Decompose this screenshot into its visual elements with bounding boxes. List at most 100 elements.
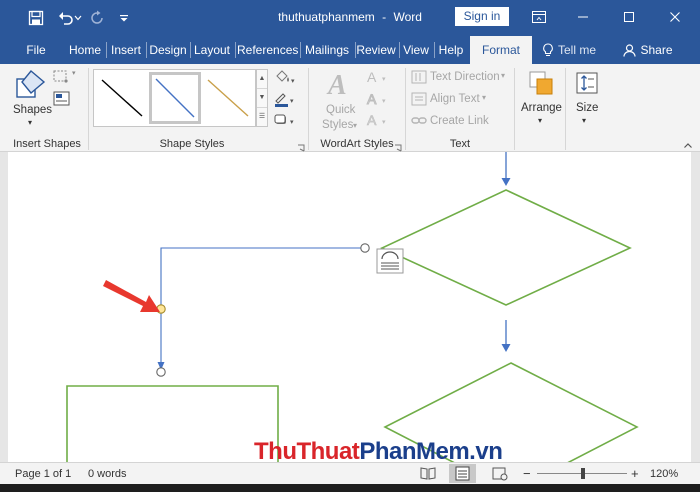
gallery-scroll[interactable]: ▲ ▼ ☰: [256, 69, 268, 127]
shape-styles-gallery[interactable]: [93, 69, 256, 127]
connector-end-handle: [156, 367, 166, 377]
tab-format[interactable]: Format: [470, 36, 532, 64]
tab-view[interactable]: View: [401, 36, 431, 64]
svg-text:▾: ▾: [290, 119, 294, 126]
document-page[interactable]: [8, 152, 691, 462]
shapes-gallery-icon[interactable]: [14, 68, 48, 102]
text-direction-label[interactable]: Text Direction: [430, 71, 500, 83]
zoom-level[interactable]: 120%: [650, 468, 678, 480]
arrange-label[interactable]: Arrange: [521, 102, 562, 114]
shape-effects-icon[interactable]: ▾: [273, 112, 295, 128]
customize-qat-icon[interactable]: [114, 8, 134, 28]
text-fill-icon[interactable]: A ▾: [366, 69, 392, 85]
svg-text:A: A: [367, 112, 377, 128]
shape-fill-icon[interactable]: ▾: [273, 69, 295, 85]
undo-dropdown-icon[interactable]: [73, 8, 83, 28]
shapes-label[interactable]: Shapes: [13, 104, 52, 116]
tab-mailings[interactable]: Mailings: [302, 36, 352, 64]
document-name: thuthuatphanmem: [278, 10, 375, 24]
gallery-more-icon[interactable]: ☰: [257, 108, 267, 127]
share-label: Share: [640, 43, 673, 57]
tab-file[interactable]: File: [18, 36, 54, 64]
create-link-label[interactable]: Create Link: [430, 115, 489, 127]
tab-design[interactable]: Design: [148, 36, 188, 64]
tab-references[interactable]: References: [237, 36, 298, 64]
size-dropdown-icon[interactable]: ▾: [582, 116, 586, 125]
arrange-icon[interactable]: [528, 70, 554, 96]
quick-styles-icon[interactable]: A: [325, 68, 355, 101]
text-direction-dropdown-icon[interactable]: ▾: [501, 71, 505, 80]
shape-styles-launcher-icon[interactable]: [297, 141, 305, 152]
sign-in-button[interactable]: Sign in: [455, 7, 509, 26]
shape-style-gold-line[interactable]: [202, 72, 254, 124]
close-button[interactable]: [652, 0, 698, 34]
share-button[interactable]: Share: [620, 36, 676, 64]
redo-icon[interactable]: [87, 8, 107, 28]
word-count[interactable]: 0 words: [88, 468, 127, 480]
diamond-shape-upper: [380, 189, 632, 306]
edit-shape-icon[interactable]: [53, 69, 71, 84]
gallery-up-icon[interactable]: ▲: [257, 70, 267, 89]
web-layout-icon[interactable]: [492, 466, 508, 481]
tab-insert[interactable]: Insert: [108, 36, 144, 64]
svg-text:▾: ▾: [382, 76, 386, 83]
watermark-part-3: .vn: [469, 438, 503, 465]
size-icon[interactable]: [574, 70, 600, 96]
align-text-dropdown-icon[interactable]: ▾: [482, 93, 486, 102]
ribbon-display-options-icon[interactable]: [516, 0, 562, 34]
shape-styles-group-label: Shape Styles: [159, 138, 225, 150]
align-text-label[interactable]: Align Text: [430, 93, 480, 105]
quick-styles-label-1[interactable]: Quick: [326, 104, 355, 116]
svg-text:▾: ▾: [290, 98, 294, 105]
rectangle-shape: [66, 385, 279, 462]
vertical-scrollbar[interactable]: [691, 152, 700, 462]
zoom-in-button[interactable]: +: [631, 466, 639, 481]
svg-text:A: A: [367, 69, 377, 85]
text-effects-icon[interactable]: A ▾: [366, 112, 392, 129]
create-link-icon[interactable]: [411, 114, 427, 128]
arrowhead-top: [501, 178, 511, 186]
taskbar-strip: [0, 484, 700, 492]
text-box-icon[interactable]: [53, 91, 71, 106]
size-label[interactable]: Size: [576, 102, 598, 114]
ribbon-tabs: File Home Insert Design Layout Reference…: [0, 36, 700, 64]
tell-me-box[interactable]: Tell me: [538, 36, 600, 64]
svg-text:▾: ▾: [291, 78, 295, 85]
tab-layout[interactable]: Layout: [192, 36, 232, 64]
svg-text:A: A: [326, 70, 347, 98]
text-direction-icon[interactable]: [411, 70, 427, 84]
status-bar: Page 1 of 1 0 words − + 120%: [0, 462, 700, 484]
minimize-button[interactable]: [560, 0, 606, 34]
wordart-launcher-icon[interactable]: [394, 141, 402, 152]
edit-shape-dropdown-icon[interactable]: ▾: [72, 69, 80, 84]
shape-outline-icon[interactable]: ▾: [273, 91, 295, 107]
watermark-part-1: ThuThuat: [254, 438, 360, 465]
quick-styles-dropdown-icon[interactable]: ▾: [353, 121, 357, 130]
arrange-dropdown-icon[interactable]: ▾: [538, 116, 542, 125]
person-icon: [623, 43, 637, 57]
connector-start-handle: [360, 243, 370, 253]
shape-style-black-line[interactable]: [96, 72, 148, 124]
lightbulb-icon: [543, 43, 553, 56]
gallery-down-icon[interactable]: ▼: [257, 89, 267, 108]
tab-home[interactable]: Home: [66, 36, 104, 64]
tell-me-label: Tell me: [557, 43, 596, 57]
zoom-slider-thumb[interactable]: [581, 468, 585, 479]
tab-help[interactable]: Help: [436, 36, 466, 64]
collapse-ribbon-icon[interactable]: [683, 140, 693, 150]
red-pointer-arrow: [103, 280, 160, 312]
print-layout-button[interactable]: [449, 464, 476, 483]
svg-text:A: A: [367, 91, 377, 107]
shape-style-blue-line[interactable]: [149, 72, 201, 124]
text-outline-icon[interactable]: A ▾: [366, 91, 392, 108]
page-count[interactable]: Page 1 of 1: [15, 468, 71, 480]
read-mode-icon[interactable]: [420, 466, 436, 481]
ribbon-format: Shapes ▾ ▾ Insert Shapes ▲ ▼ ☰ ▾ ▾ ▾ Sha…: [0, 64, 700, 152]
save-icon[interactable]: [26, 8, 46, 28]
align-text-icon[interactable]: [411, 92, 427, 106]
maximize-button[interactable]: [606, 0, 652, 34]
shapes-dropdown-icon[interactable]: ▾: [28, 118, 32, 127]
quick-styles-label-2[interactable]: Styles: [322, 119, 353, 131]
zoom-out-button[interactable]: −: [523, 466, 531, 481]
tab-review[interactable]: Review: [356, 36, 396, 64]
